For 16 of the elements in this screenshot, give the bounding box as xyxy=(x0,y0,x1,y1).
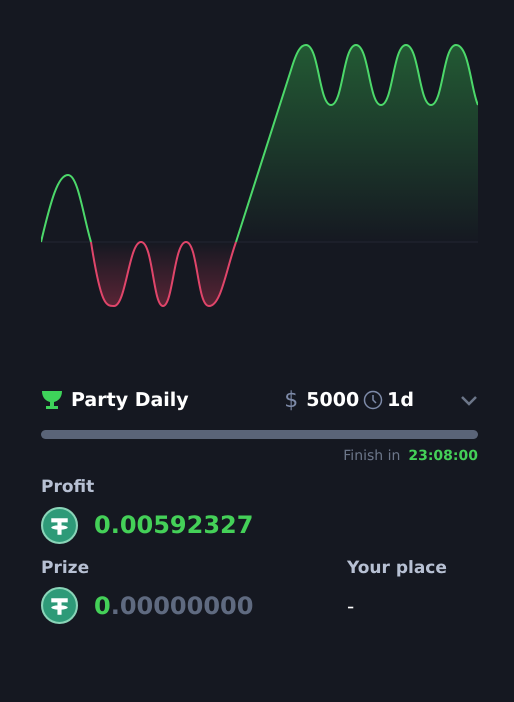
prize-value: 0.00000000 xyxy=(94,590,254,622)
coin-icon xyxy=(41,506,78,544)
profit-label: Profit xyxy=(41,476,96,499)
finish-label: Finish in xyxy=(343,447,400,466)
finish-time: 23:08:00 xyxy=(408,447,478,466)
trophy-icon xyxy=(41,389,63,411)
coin-icon xyxy=(41,587,78,624)
tournament-title: Party Daily xyxy=(71,388,189,413)
place-value: - xyxy=(347,593,356,620)
place-label: Your place xyxy=(347,556,447,580)
prize-amount: 5000 xyxy=(306,388,360,413)
currency-symbol: $ xyxy=(284,386,298,414)
duration: 1d xyxy=(387,388,414,413)
clock-icon xyxy=(363,390,384,410)
profit-value: 0.00592327 xyxy=(94,510,254,541)
prize-label: Prize xyxy=(41,556,90,580)
